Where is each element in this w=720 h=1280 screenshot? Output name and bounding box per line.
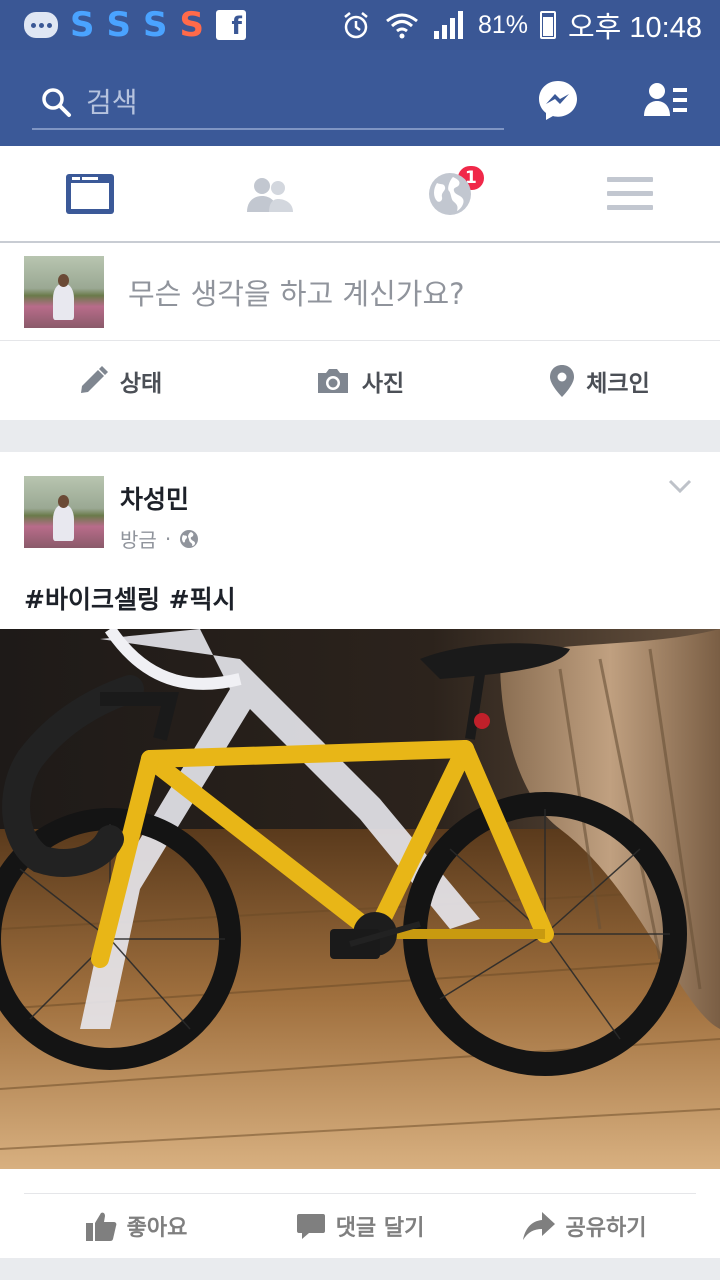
tab-bar: 1 6 [0,146,720,243]
search-bar[interactable] [32,76,504,130]
s-app-red-icon: S [179,5,205,45]
post-time[interactable]: 방금 [120,524,157,553]
friends-list-icon [644,83,687,116]
pencil-icon [80,365,108,393]
camera-icon [317,368,348,393]
globe-icon [429,172,471,215]
post-options-button[interactable] [668,478,692,497]
post-author[interactable]: 차성민 [120,480,199,516]
s-app-icon: S [143,5,168,45]
status-label: 상태 [119,370,163,397]
post-photo[interactable] [0,629,720,1169]
tab-friend-requests[interactable]: 1 [180,146,486,241]
comment-label: 댓글 달기 [335,1215,425,1241]
photo-button[interactable]: 사진 [240,341,480,420]
composer-prompt[interactable]: 무슨 생각을 하고 계신가요? [128,271,465,313]
comment-icon [296,1213,325,1239]
chevron-down-icon [668,479,692,494]
alarm-icon [340,9,372,41]
facebook-icon: f [216,10,246,40]
globe-icon [180,529,199,548]
clock: 오후 10:48 [568,12,702,44]
signal-icon [432,9,466,41]
messenger-button[interactable] [534,76,582,124]
search-icon [42,88,71,117]
share-label: 공유하기 [565,1215,647,1241]
feed-post: 차성민 방금 · #바이크셀링 #픽시 좋아요 댓글 달기 공유하기 [0,452,720,1258]
search-input[interactable] [86,85,466,119]
checkin-button[interactable]: 체크인 [480,341,720,420]
location-pin-icon [550,364,575,397]
share-icon [522,1211,555,1240]
facebook-app-screen: S S S S f 81% 오후 10:48 검색 1 무슨 생각을 하고 계신… [0,0,720,1280]
s-app-icon: S [106,5,132,45]
status-composer: 무슨 생각을 하고 계신가요? 상태 사진 체크인 [0,243,720,420]
checkin-label: 체크인 [586,370,650,397]
post-text: #바이크셀링 #픽시 [24,585,236,614]
bicycle-photo [0,629,720,1169]
photo-label: 사진 [361,370,405,397]
status-button[interactable]: 상태 [0,341,240,420]
share-button[interactable]: 공유하기 [472,1194,696,1257]
friends-list-button[interactable] [642,76,690,124]
battery-icon [540,11,556,39]
app-header [0,50,720,146]
thumbs-up-icon [85,1212,117,1241]
tab-menu[interactable] [540,146,720,241]
battery-percent: 81% [477,10,528,39]
author-avatar[interactable] [24,476,104,548]
tab-notifications[interactable]: 6 [360,146,540,241]
separator-dot: · [164,526,172,551]
friends-icon [247,177,293,212]
like-label: 좋아요 [126,1215,188,1241]
s-app-icon: S [70,5,95,45]
news-feed-icon [66,173,114,214]
wifi-icon [384,9,420,41]
comment-button[interactable]: 댓글 달기 [248,1194,472,1257]
like-button[interactable]: 좋아요 [24,1194,248,1257]
hamburger-icon [607,176,653,210]
tab-news-feed[interactable] [0,146,180,241]
messenger-icon [539,81,577,120]
avatar [24,255,104,328]
chat-bubble-icon [24,12,58,38]
status-bar: S S S S f 81% 오후 10:48 [0,0,720,50]
